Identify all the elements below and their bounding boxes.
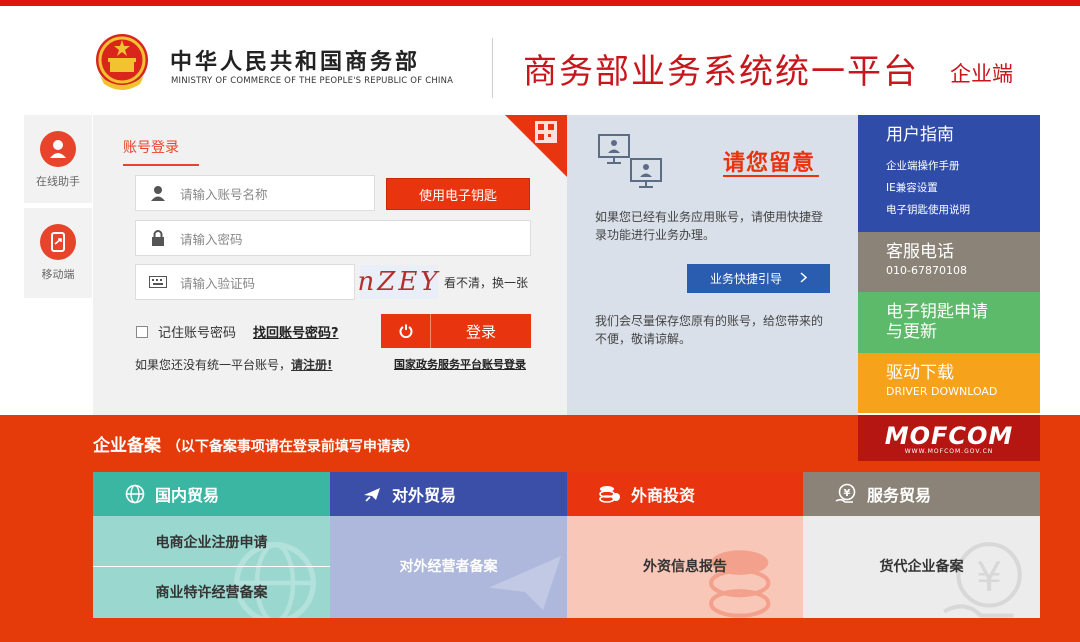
mofcom-logo-url: WWW.MOFCOM.GOV.CN [904, 447, 994, 455]
login-button-label: 登录 [465, 322, 496, 341]
ministry-name-en: MINISTRY OF COMMERCE OF THE PEOPLE'S REP… [171, 76, 454, 86]
notice-paragraph-1: 如果您已经有业务应用账号，请使用快捷登录功能进行业务办理。 [595, 210, 824, 242]
quick-guide-label: 业务快捷引导 [709, 272, 782, 286]
category-divider [93, 566, 330, 567]
category-foreign-trade: 对外贸易 对外经营者备案 [330, 472, 567, 618]
filing-title-note: （以下备案事项请在登录前填写申请表） [166, 439, 419, 455]
yen-hand-icon: ¥ [835, 483, 857, 505]
online-assistant-button[interactable]: 在线助手 [24, 115, 92, 203]
link-ecommerce-registration[interactable]: 电商企业注册申请 [93, 532, 330, 552]
mofcom-logo-text: MOFCOM [884, 421, 1014, 450]
online-assistant-label: 在线助手 [36, 175, 80, 188]
mobile-phone-icon [40, 224, 76, 260]
category-body-foreign-trade: 对外经营者备案 [330, 516, 567, 618]
filing-title: 企业备案 （以下备案事项请在登录前填写申请表） [93, 431, 419, 456]
person-icon [136, 185, 180, 201]
register-link[interactable]: 请注册! [291, 358, 332, 372]
user-icon [40, 131, 76, 167]
ekey-apply-line-2: 与更新 [886, 322, 937, 342]
category-title-service-trade: 服务贸易 [867, 486, 932, 505]
qr-code-corner-icon[interactable] [505, 115, 567, 177]
category-title-foreign-trade: 对外贸易 [392, 486, 457, 505]
driver-download-title: 驱动下载 [886, 363, 954, 383]
globe-icon [125, 484, 145, 504]
platform-title: 商务部业务系统统一平台 [523, 52, 919, 92]
login-button[interactable]: 登录 [381, 314, 531, 348]
hotline-number: 010-67870108 [886, 264, 967, 277]
category-header-service-trade[interactable]: ¥ 服务贸易 [803, 472, 1040, 516]
gov-service-login-link[interactable]: 国家政务服务平台账号登录 [394, 356, 526, 372]
coins-watermark-icon [709, 550, 771, 618]
hotline-title: 客服电话 [886, 242, 954, 262]
refresh-captcha-link[interactable]: 看不清，换一张 [444, 274, 528, 291]
svg-text:¥: ¥ [844, 488, 851, 499]
tab-account-login[interactable]: 账号登录 [123, 137, 199, 166]
airplane-icon [362, 484, 382, 504]
captcha-image[interactable]: nZEY [358, 265, 438, 299]
category-title-domestic: 国内贸易 [155, 486, 220, 505]
driver-download-en: DRIVER DOWNLOAD [886, 385, 998, 398]
remember-label: 记住账号密码 [158, 326, 237, 341]
ministry-name-cn: 中华人民共和国商务部 [170, 50, 421, 75]
platform-subtitle: 企业端 [950, 62, 1013, 86]
power-icon [381, 314, 431, 348]
remember-password-checkbox[interactable]: 记住账号密码 [136, 322, 236, 341]
username-placeholder: 请输入账号名称 [180, 186, 268, 202]
category-title-foreign-investment: 外商投资 [631, 486, 696, 505]
password-input[interactable]: 请输入密码 [135, 220, 531, 256]
link-freight-forwarder-filing[interactable]: 货代企业备案 [803, 556, 1040, 576]
category-body-service-trade: ¥ 货代企业备案 [803, 516, 1040, 618]
no-account-label: 如果您还没有统一平台账号， [135, 358, 292, 372]
captcha-placeholder: 请输入验证码 [180, 275, 256, 291]
header-divider [492, 38, 493, 98]
category-body-foreign-investment: 外资信息报告 [567, 516, 803, 618]
guide-link-ie-settings[interactable]: IE兼容设置 [886, 177, 1040, 199]
mofcom-logo[interactable]: MOFCOM WWW.MOFCOM.GOV.CN [858, 415, 1040, 461]
mobile-label: 移动端 [41, 268, 75, 281]
driver-download-button[interactable]: 驱动下载 DRIVER DOWNLOAD [858, 353, 1040, 413]
filing-title-main: 企业备案 [93, 436, 161, 456]
captcha-input[interactable]: 请输入验证码 [135, 264, 355, 300]
category-service-trade: ¥ 服务贸易 ¥ 货代企业备案 [803, 472, 1040, 618]
notice-title: 请您留意 [723, 151, 816, 176]
coins-icon [599, 484, 621, 504]
category-domestic-trade: 国内贸易 电商企业注册申请 商业特许经营备案 [93, 472, 330, 618]
login-panel: 账号登录 请输入账号名称 使用电子钥匙 请输入密码 请输入验证码 nZEY 看不… [93, 115, 567, 415]
ekey-apply-button[interactable]: 电子钥匙申请 与更新 [858, 292, 1040, 353]
header: 中华人民共和国商务部 MINISTRY OF COMMERCE OF THE P… [0, 6, 1080, 112]
username-input[interactable]: 请输入账号名称 [135, 175, 375, 211]
link-foreign-investment-report[interactable]: 外资信息报告 [567, 556, 803, 576]
user-guide-panel: 用户指南 企业端操作手册 IE兼容设置 电子钥匙使用说明 [858, 115, 1040, 232]
mobile-button[interactable]: 移动端 [24, 208, 92, 298]
lock-icon [136, 230, 180, 246]
forgot-password-link[interactable]: 找回账号密码? [253, 322, 339, 341]
category-header-foreign-investment[interactable]: 外商投资 [567, 472, 803, 516]
guide-link-manual[interactable]: 企业端操作手册 [886, 155, 1040, 177]
ekey-apply-line-1: 电子钥匙申请 [886, 302, 988, 322]
notice-paragraph-2: 我们会尽量保存您原有的账号，给您带来的不便，敬请谅解。 [595, 314, 824, 346]
password-placeholder: 请输入密码 [180, 231, 243, 247]
guide-link-ekey-manual[interactable]: 电子钥匙使用说明 [886, 199, 1040, 221]
checkbox-icon [136, 325, 148, 338]
ekey-login-button[interactable]: 使用电子钥匙 [386, 178, 530, 210]
monitor-users-icon [598, 134, 662, 188]
enterprise-filing-section: 企业备案 （以下备案事项请在登录前填写申请表） MOFCOM WWW.MOFCO… [0, 415, 1080, 642]
keyboard-icon [136, 276, 180, 288]
quick-guide-button[interactable]: 业务快捷引导 [687, 264, 830, 293]
yen-watermark-icon: ¥ [943, 542, 1022, 618]
airplane-watermark-icon [489, 556, 561, 610]
hotline-panel: 客服电话 010-67870108 [858, 232, 1040, 292]
national-emblem-icon [96, 34, 148, 90]
category-header-domestic[interactable]: 国内贸易 [93, 472, 330, 516]
user-guide-title: 用户指南 [886, 125, 954, 145]
category-foreign-investment: 外商投资 外资信息报告 [567, 472, 803, 618]
category-body-domestic: 电商企业注册申请 商业特许经营备案 [93, 516, 330, 618]
no-account-text: 如果您还没有统一平台账号，请注册! [135, 356, 333, 373]
link-franchise-filing[interactable]: 商业特许经营备案 [93, 582, 330, 602]
notice-panel: 请您留意 如果您已经有业务应用账号，请使用快捷登录功能进行业务办理。 业务快捷引… [567, 115, 858, 415]
chevron-right-icon [800, 271, 808, 286]
notice-underline [723, 175, 819, 177]
link-foreign-trader-filing[interactable]: 对外经营者备案 [330, 556, 567, 576]
category-header-foreign-trade[interactable]: 对外贸易 [330, 472, 567, 516]
